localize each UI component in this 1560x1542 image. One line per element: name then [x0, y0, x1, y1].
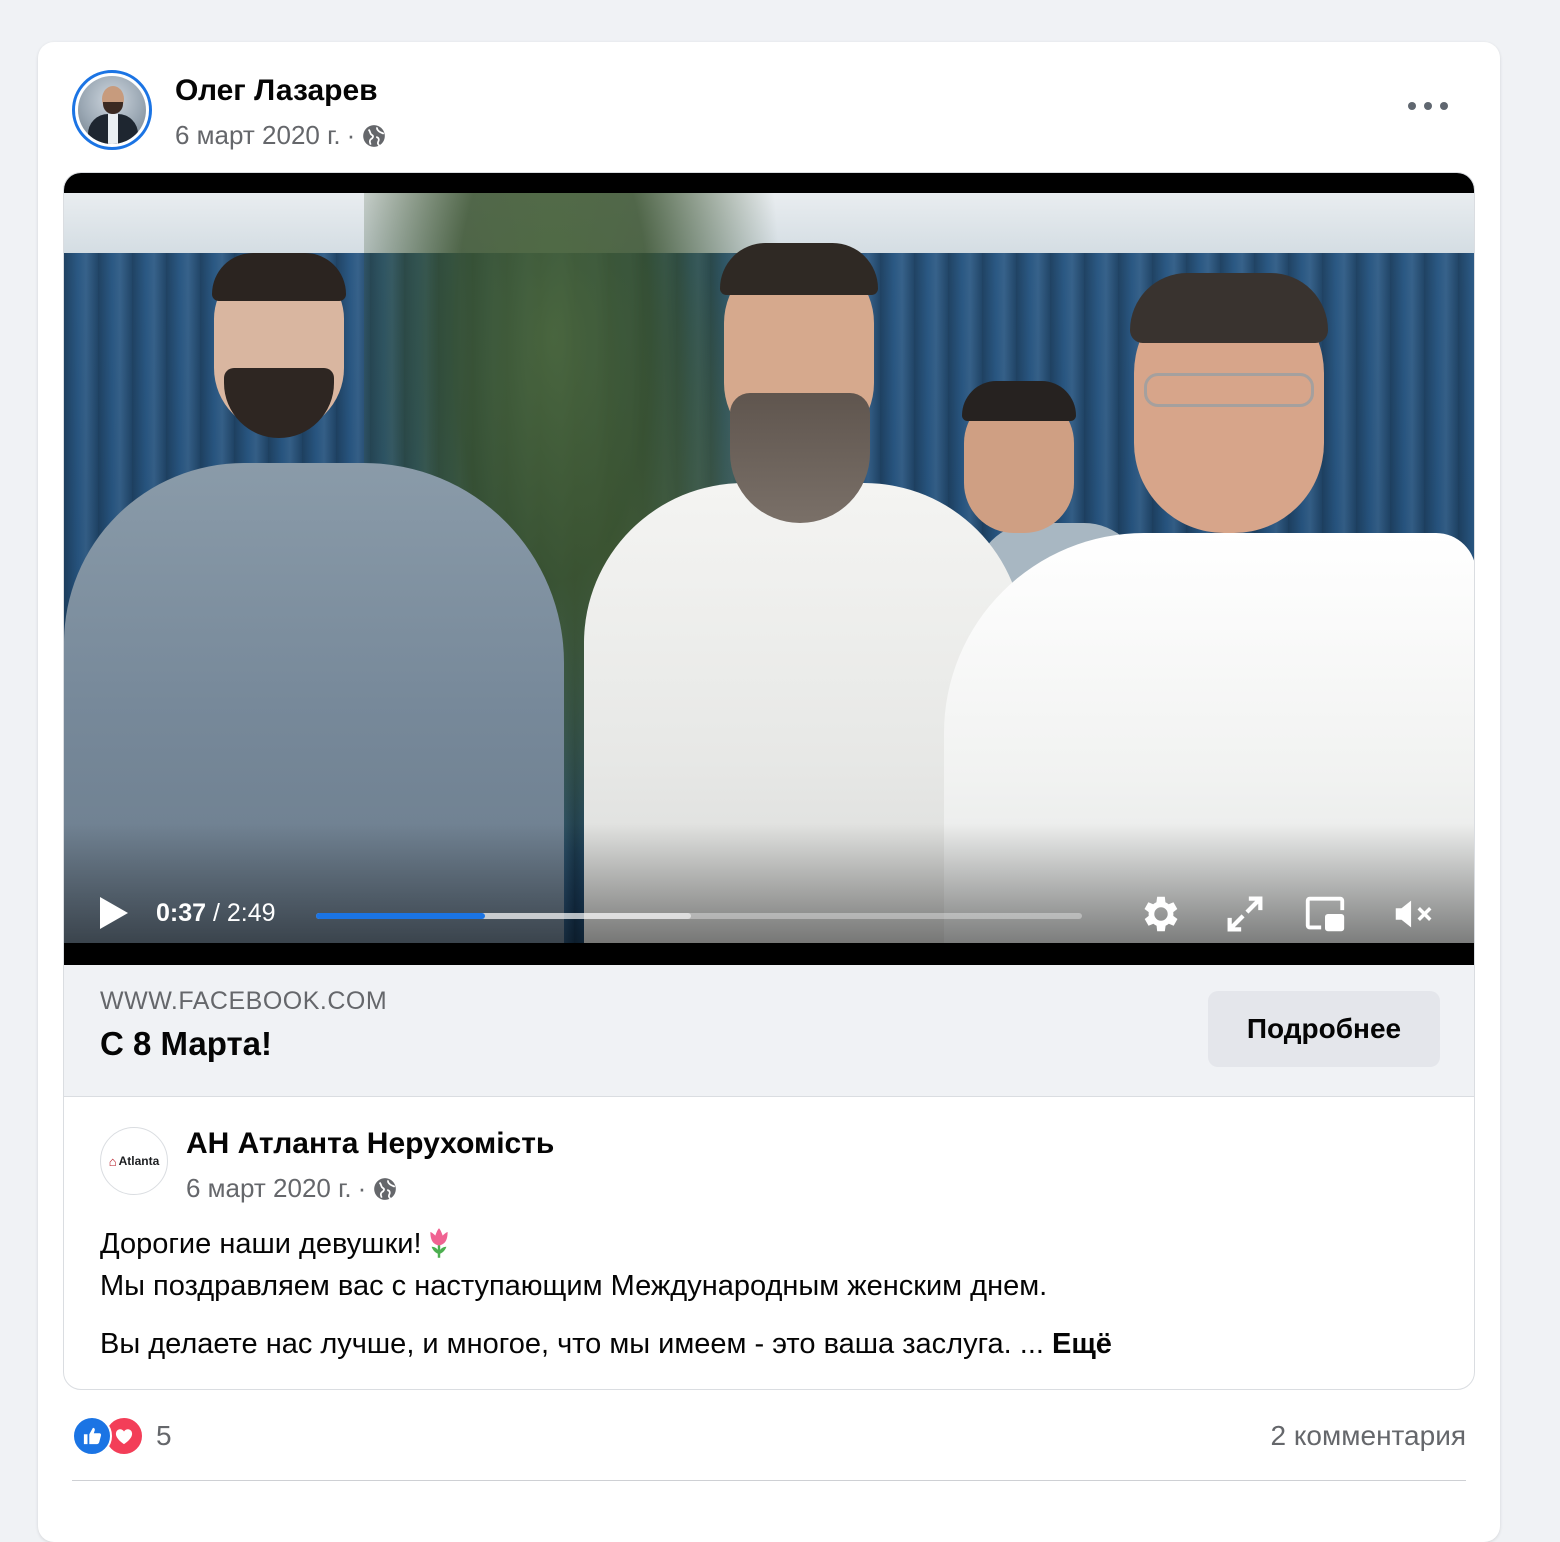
- link-title[interactable]: С 8 Марта!: [100, 1025, 272, 1063]
- shared-attachment: 0:37 / 2:49 WWW.FACEBOOK.COM С 8 Марта! …: [63, 172, 1475, 1390]
- globe-icon[interactable]: [361, 123, 387, 149]
- meta-separator: ·: [357, 1173, 367, 1203]
- link-domain: WWW.FACEBOOK.COM: [100, 987, 388, 1015]
- page-name[interactable]: АН Атланта Нерухомість: [186, 1127, 554, 1161]
- author-avatar-image: [78, 76, 146, 144]
- post-line-3: Вы делаете нас лучше, и многое, что мы и…: [100, 1323, 1440, 1365]
- settings-icon[interactable]: [1138, 891, 1184, 937]
- shared-post-text: Дорогие наши девушки! Мы поздравляем вас…: [100, 1223, 1440, 1365]
- comments-count[interactable]: 2 комментария: [1271, 1420, 1466, 1452]
- reaction-count: 5: [156, 1420, 172, 1451]
- played-bar: [316, 913, 485, 919]
- link-preview[interactable]: WWW.FACEBOOK.COM С 8 Марта! Подробнее: [64, 965, 1474, 1097]
- post-line-3-text: Вы делаете нас лучше, и многое, что мы и…: [100, 1328, 1044, 1360]
- video-controls: 0:37 / 2:49: [64, 873, 1474, 943]
- like-reaction-icon: [72, 1416, 112, 1456]
- more-dot: [1424, 102, 1432, 110]
- see-more-link[interactable]: Ещё: [1052, 1328, 1112, 1360]
- fullscreen-icon[interactable]: [1222, 891, 1268, 937]
- more-options-button[interactable]: [1408, 94, 1448, 118]
- post-meta: 6 март 2020 г. ·: [175, 120, 387, 151]
- reactions-summary[interactable]: 5: [72, 1414, 172, 1458]
- tulip-icon: [429, 1228, 448, 1258]
- meta-separator: ·: [346, 120, 356, 150]
- author-avatar[interactable]: [72, 70, 152, 150]
- post-header: Олег Лазарев 6 март 2020 г. ·: [38, 42, 1500, 172]
- duration: 2:49: [226, 899, 276, 927]
- learn-more-button[interactable]: Подробнее: [1208, 991, 1440, 1067]
- time-separator: /: [213, 899, 220, 927]
- muted-volume-icon[interactable]: [1390, 891, 1436, 937]
- video-progress-bar[interactable]: [316, 913, 1082, 919]
- logo-text: Atlanta: [118, 1154, 160, 1168]
- author-name[interactable]: Олег Лазарев: [175, 74, 378, 108]
- post-line-1: Дорогие наши девушки!: [100, 1223, 1440, 1265]
- play-icon[interactable]: [94, 893, 134, 933]
- current-time: 0:37: [156, 899, 207, 927]
- post-date[interactable]: 6 март 2020 г.: [175, 120, 341, 151]
- post-line-2: Мы поздравляем вас с наступающим Междуна…: [100, 1270, 1048, 1302]
- page-avatar[interactable]: ⌂ Atlanta: [100, 1127, 168, 1195]
- globe-icon[interactable]: [372, 1176, 398, 1202]
- greeting-text: Дорогие наши девушки!: [100, 1228, 422, 1260]
- video-player[interactable]: 0:37 / 2:49: [64, 173, 1474, 965]
- video-frame: [64, 193, 1474, 943]
- more-dot: [1408, 102, 1416, 110]
- more-dot: [1440, 102, 1448, 110]
- post-card: Олег Лазарев 6 март 2020 г. · 0:37 / 2:4…: [38, 42, 1500, 1542]
- shared-post-meta: 6 март 2020 г. ·: [186, 1173, 398, 1204]
- picture-in-picture-icon[interactable]: [1302, 891, 1348, 937]
- shared-post-date[interactable]: 6 март 2020 г.: [186, 1173, 352, 1204]
- atlanta-logo: ⌂ Atlanta: [109, 1154, 160, 1169]
- video-time: 0:37 / 2:49: [156, 899, 276, 928]
- shared-post: ⌂ Atlanta АН Атланта Нерухомість 6 март …: [64, 1097, 1474, 1389]
- footer-divider: [72, 1480, 1466, 1481]
- house-icon: ⌂: [108, 1153, 117, 1169]
